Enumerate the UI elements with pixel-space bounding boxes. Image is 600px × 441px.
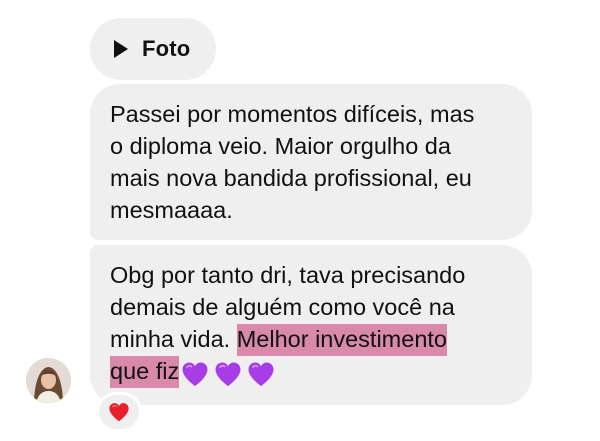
message-1-line-1: Passei por momentos difíceis, mas [110, 101, 475, 127]
message-2-line-2: demais de alguém como você na [110, 294, 455, 320]
message-2-line-3-text: minha vida. [110, 326, 237, 352]
highlighted-text: Melhor investimento [236, 324, 447, 356]
message-1-line-3: mais nova bandida profissional, eu [110, 165, 472, 191]
reaction-badge[interactable] [96, 392, 142, 432]
message-1-line-2: o diploma veio. Maior orgulho da [110, 133, 451, 159]
message-bubble-2[interactable]: Obg por tanto dri, tava precisando demai… [90, 245, 532, 405]
photo-label: Foto [142, 36, 191, 61]
hearts-group [181, 356, 280, 389]
message-bubble-1[interactable]: Passei por momentos difíceis, mas o dipl… [90, 84, 532, 240]
purple-heart-icon [182, 362, 208, 387]
message-1-line-4: mesmaaaa. [110, 197, 233, 223]
red-heart-icon [109, 403, 129, 422]
message-2-line-4: que fiz [110, 355, 512, 389]
play-icon [114, 40, 128, 58]
message-2-line-1: Obg por tanto dri, tava precisando [110, 262, 466, 288]
avatar-image [26, 358, 71, 403]
photo-message-bubble[interactable]: Foto [90, 18, 216, 80]
message-2-line-3: minha vida. Melhor investimento [110, 323, 512, 356]
avatar[interactable] [26, 358, 71, 403]
purple-heart-icon [248, 362, 274, 387]
highlighted-text: que fiz [110, 356, 180, 388]
purple-heart-icon [215, 362, 241, 387]
